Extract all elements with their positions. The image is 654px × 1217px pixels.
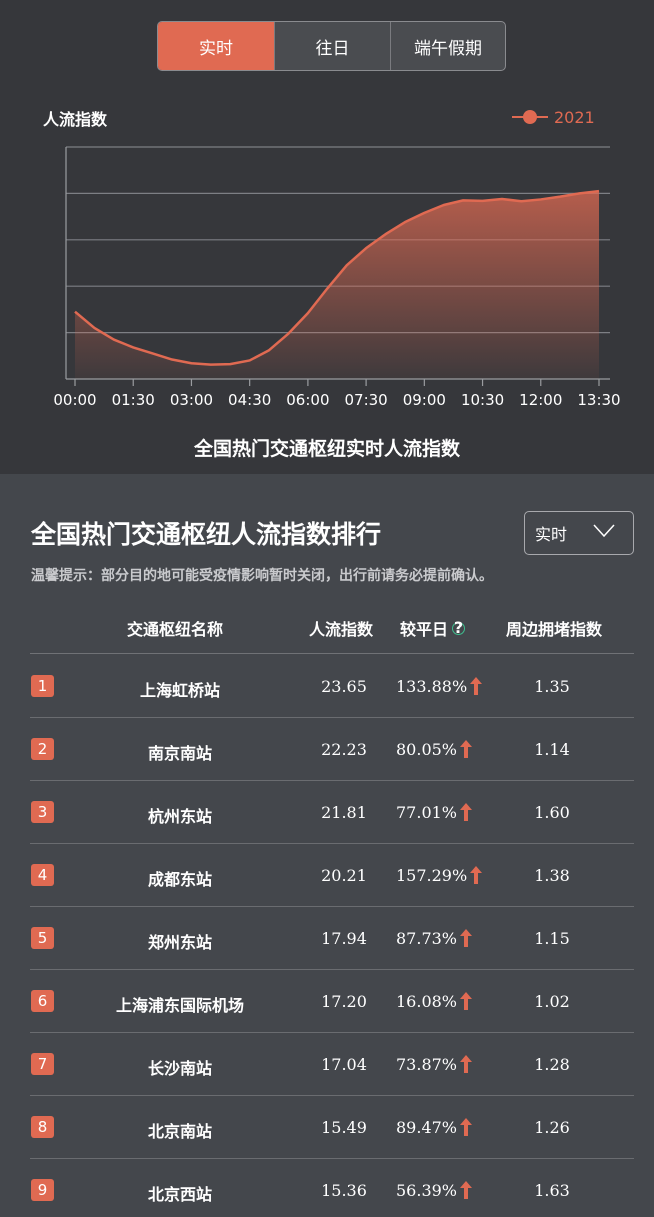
- compare-value: 80.05%: [396, 740, 496, 759]
- arrow-up-icon: [470, 866, 483, 884]
- compare-value: 73.87%: [396, 1055, 496, 1074]
- series-area-2021: [75, 191, 599, 379]
- x-tick-label: 09:00: [403, 391, 446, 409]
- compare-value: 157.29%: [396, 866, 496, 885]
- x-tick-label: 10:30: [461, 391, 504, 409]
- arrow-up-icon: [460, 929, 473, 947]
- flow-index: 21.81: [321, 803, 367, 822]
- flow-index: 22.23: [321, 740, 367, 759]
- hub-name: 北京南站: [147, 1122, 212, 1141]
- warm-tip: 温馨提示：部分目的地可能受疫情影响暂时关闭，出行前请务必提前确认。: [31, 568, 493, 584]
- x-tick-label: 00:00: [53, 391, 96, 409]
- hub-name: 郑州东站: [147, 933, 212, 952]
- header-name: 交通枢纽名称: [127, 620, 224, 639]
- hub-name: 上海浦东国际机场: [115, 996, 244, 1015]
- arrow-up-icon: [460, 1181, 473, 1199]
- x-tick-label: 12:00: [519, 391, 562, 409]
- arrow-up-icon: [460, 1055, 473, 1073]
- arrow-up-icon: [460, 803, 473, 821]
- arrow-up-icon: [460, 992, 473, 1010]
- select-value: 实时: [535, 525, 568, 544]
- chevron-down-icon: [593, 524, 615, 538]
- x-tick-label: 04:30: [228, 391, 271, 409]
- compare-value: 89.47%: [396, 1118, 496, 1137]
- tab-dragon-boat-holiday[interactable]: 端午假期: [390, 22, 505, 70]
- hub-name: 杭州东站: [147, 807, 212, 826]
- arrow-up-icon: [470, 677, 483, 695]
- congestion-index: 1.63: [534, 1181, 570, 1200]
- ranking-table: 1 上海虹桥站 23.65 133.88% 1.35 2 南京南站 22.23 80.05% 1.…: [30, 655, 634, 1217]
- flow-index: 20.21: [321, 866, 367, 885]
- chart-title: 全国热门交通枢纽实时人流指数: [193, 438, 460, 460]
- time-tab-group: 实时 往日 端午假期: [157, 21, 506, 71]
- arrow-up-icon: [460, 740, 473, 758]
- x-tick-label: 13:30: [577, 391, 620, 409]
- table-row[interactable]: 3 杭州东站 21.81 77.01% 1.60: [30, 781, 634, 844]
- header-congestion: 周边拥堵指数: [506, 620, 603, 639]
- compare-value: 87.73%: [396, 929, 496, 948]
- header-compare: 较平日?: [400, 618, 466, 639]
- hub-name: 长沙南站: [147, 1059, 212, 1078]
- flow-index: 15.36: [321, 1181, 367, 1200]
- table-row[interactable]: 5 郑州东站 17.94 87.73% 1.15: [30, 907, 634, 970]
- table-row[interactable]: 2 南京南站 22.23 80.05% 1.14: [30, 718, 634, 781]
- compare-value: 133.88%: [396, 677, 496, 696]
- x-tick-label: 06:00: [286, 391, 329, 409]
- congestion-index: 1.15: [534, 929, 570, 948]
- hub-name: 上海虹桥站: [139, 681, 220, 700]
- tab-realtime[interactable]: 实时: [158, 22, 274, 70]
- table-row[interactable]: 9 北京西站 15.36 56.39% 1.63: [30, 1159, 634, 1217]
- congestion-index: 1.35: [534, 677, 570, 696]
- congestion-index: 1.14: [534, 740, 570, 759]
- compare-value: 16.08%: [396, 992, 496, 1011]
- congestion-index: 1.02: [534, 992, 570, 1011]
- arrow-up-icon: [460, 1118, 473, 1136]
- table-row[interactable]: 6 上海浦东国际机场 17.20 16.08% 1.02: [30, 970, 634, 1033]
- table-header: 交通枢纽名称 人流指数 较平日? 周边拥堵指数: [30, 608, 634, 654]
- help-icon[interactable]: ?: [452, 620, 466, 636]
- congestion-index: 1.26: [534, 1118, 570, 1137]
- people-flow-chart: 00:00 01:30 03:00 04:30 06:00 07:30 09:00 10:30…: [53, 146, 621, 409]
- chart-legend[interactable]: 2021: [512, 106, 595, 128]
- congestion-index: 1.38: [534, 866, 570, 885]
- flow-index: 17.04: [321, 1055, 367, 1074]
- hub-name: 北京西站: [147, 1185, 212, 1204]
- chart-y-axis-label: 人流指数: [43, 110, 108, 129]
- flow-index: 17.94: [321, 929, 367, 948]
- congestion-index: 1.60: [534, 803, 570, 822]
- compare-value: 77.01%: [396, 803, 496, 822]
- table-row[interactable]: 7 长沙南站 17.04 73.87% 1.28: [30, 1033, 634, 1096]
- flow-index: 17.20: [321, 992, 367, 1011]
- chart-panel: 实时 往日 端午假期 人流指数 2021 00:00 01:30 03:00 04:3…: [0, 0, 654, 474]
- ranking-title: 全国热门交通枢纽人流指数排行: [31, 520, 382, 549]
- x-tick-label: 01:30: [112, 391, 155, 409]
- compare-value: 56.39%: [396, 1181, 496, 1200]
- flow-index: 15.49: [321, 1118, 367, 1137]
- hub-name: 南京南站: [147, 744, 212, 763]
- flow-index: 23.65: [321, 677, 367, 696]
- tab-previous-days[interactable]: 往日: [274, 22, 390, 70]
- legend-series-name: 2021: [554, 107, 595, 127]
- hub-name: 成都东站: [147, 870, 212, 889]
- x-tick-label: 03:00: [170, 391, 213, 409]
- ranking-period-select[interactable]: 实时: [524, 511, 634, 555]
- header-index: 人流指数: [309, 620, 374, 639]
- table-row[interactable]: 4 成都东站 20.21 157.29% 1.38: [30, 844, 634, 907]
- table-row[interactable]: 8 北京南站 15.49 89.47% 1.26: [30, 1096, 634, 1159]
- table-row[interactable]: 1 上海虹桥站 23.65 133.88% 1.35: [30, 655, 634, 718]
- congestion-index: 1.28: [534, 1055, 570, 1074]
- x-tick-label: 07:30: [344, 391, 387, 409]
- legend-marker-icon: [512, 107, 548, 127]
